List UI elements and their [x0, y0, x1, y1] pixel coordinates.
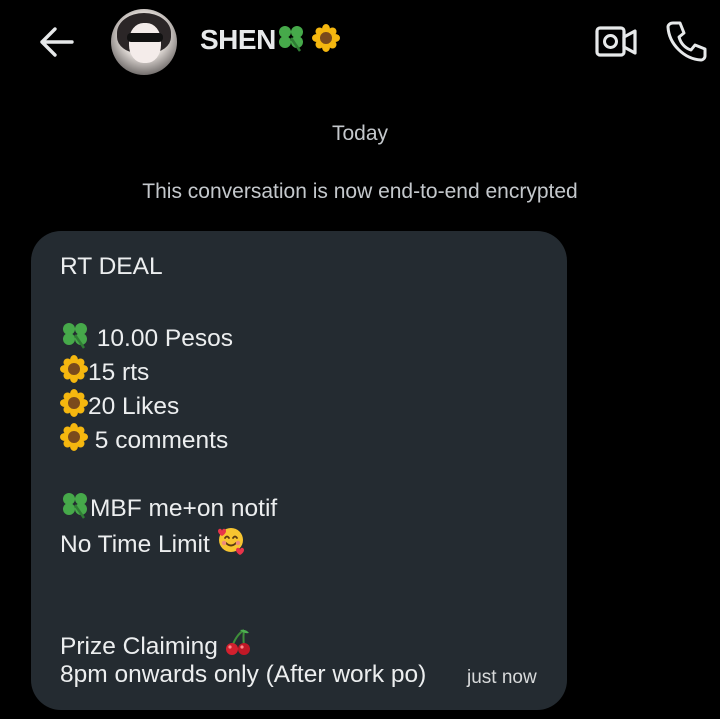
cherries-emoji-icon — [224, 627, 252, 664]
video-call-button[interactable] — [594, 22, 638, 62]
sunflower-emoji-icon — [60, 389, 88, 424]
message-timestamp: just now — [467, 667, 537, 688]
phone-icon — [666, 21, 707, 62]
message-line: 10.00 Pesos — [60, 321, 233, 356]
sunflower-emoji-icon — [60, 355, 88, 390]
sunflower-emoji-icon — [60, 423, 88, 458]
video-camera-icon — [595, 26, 637, 57]
message-line: RT DEAL — [60, 253, 163, 280]
message-line: 5 comments — [60, 423, 228, 458]
sunflower-emoji-icon — [311, 24, 340, 59]
message-line: 15 rts — [60, 355, 149, 390]
date-separator: Today — [331, 122, 389, 145]
clover-emoji-icon — [60, 491, 90, 526]
smiling-face-with-hearts-emoji-icon — [216, 525, 246, 562]
message-line: 20 Likes — [60, 389, 179, 424]
message-line: Prize Claiming — [60, 627, 252, 664]
avatar[interactable] — [111, 9, 177, 75]
message-line: 8pm onwards only (After work po) — [60, 661, 427, 688]
message-line: No Time Limit — [60, 525, 246, 562]
arrow-left-icon — [40, 27, 74, 57]
chat-header: SHEN — [0, 0, 720, 84]
contact-name: SHEN — [200, 24, 276, 55]
voice-call-button[interactable] — [664, 18, 710, 64]
contact-title[interactable]: SHEN — [200, 24, 340, 59]
clover-emoji-icon — [60, 321, 90, 356]
encryption-notice: This conversation is now end-to-end encr… — [142, 180, 578, 203]
message-bubble[interactable]: RT DEAL 10.00 Pesos 15 rts 20 Likes 5 co… — [31, 231, 567, 710]
message-line: MBF me+on notif — [60, 491, 277, 526]
back-button[interactable] — [34, 22, 78, 62]
clover-emoji-icon — [276, 24, 306, 59]
